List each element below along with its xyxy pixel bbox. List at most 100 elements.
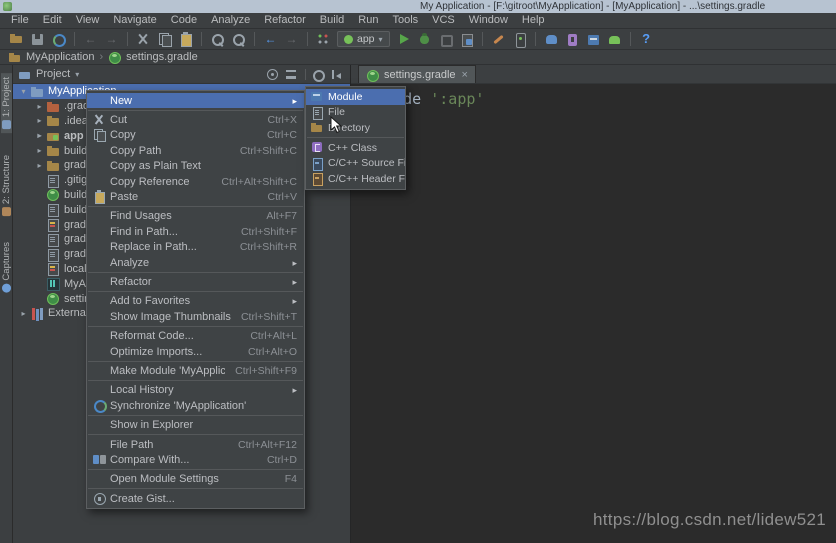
tab-settings-gradle[interactable]: settings.gradle (358, 65, 476, 83)
submenu-item-cpp-header-file[interactable]: C/C++ Header File (306, 171, 405, 187)
avd-manager-icon[interactable] (511, 31, 528, 48)
expand-arrow-icon[interactable] (17, 87, 30, 96)
submenu-item-cpp-source-file[interactable]: C/C++ Source File (306, 155, 405, 171)
chevron-down-icon[interactable]: ▾ (75, 70, 79, 79)
submenu-item-file[interactable]: File (306, 105, 405, 121)
menu-view[interactable]: View (70, 13, 106, 28)
android-icon[interactable] (606, 31, 623, 47)
collapse-arrow-icon[interactable] (33, 146, 46, 155)
menu-item-open-module-settings[interactable]: Open Module Settings F4 (87, 472, 304, 487)
menu-item-copy[interactable]: Copy Ctrl+C (87, 128, 304, 143)
undo-icon[interactable]: ← (82, 31, 99, 47)
file-icon (46, 248, 60, 262)
paste-icon[interactable] (177, 31, 194, 47)
shortcut-label: Ctrl+V (267, 191, 297, 204)
app-selector[interactable]: app ▾ (337, 31, 390, 47)
menu-separator (88, 380, 303, 382)
properties-file-icon (46, 262, 60, 277)
menu-item-show-in-explorer[interactable]: Show in Explorer (87, 417, 304, 432)
menu-item-synchronize[interactable]: Synchronize 'MyApplication' (87, 398, 304, 413)
menu-item-add-to-favorites[interactable]: Add to Favorites (87, 294, 304, 309)
menu-refactor[interactable]: Refactor (258, 13, 312, 28)
folder-icon (46, 159, 60, 172)
menu-code[interactable]: Code (165, 13, 203, 28)
file-icon (46, 174, 60, 188)
breadcrumb-project[interactable]: MyApplication (8, 51, 94, 63)
menu-item-optimize-imports[interactable]: Optimize Imports... Ctrl+Alt+O (87, 344, 304, 359)
submenu-item-directory[interactable]: Directory (306, 120, 405, 136)
back-icon[interactable]: ← (262, 31, 279, 47)
menu-analyze[interactable]: Analyze (205, 13, 256, 28)
menu-item-paste[interactable]: Paste Ctrl+V (87, 189, 304, 205)
menu-window[interactable]: Window (463, 13, 514, 28)
copy-icon[interactable] (156, 31, 173, 47)
main-toolbar: ← → ← → app ▾ ? (0, 29, 836, 50)
menu-item-analyze[interactable]: Analyze (87, 255, 304, 270)
menu-tools[interactable]: Tools (386, 13, 424, 28)
app-selector-label: app (357, 33, 375, 45)
open-icon[interactable] (8, 31, 25, 47)
menu-item-find-usages[interactable]: Find Usages Alt+F7 (87, 209, 304, 224)
forward-icon[interactable]: → (283, 31, 300, 47)
sdk-manager-icon[interactable] (490, 31, 507, 47)
menu-navigate[interactable]: Navigate (107, 13, 162, 28)
menu-item-reformat-code[interactable]: Reformat Code... Ctrl+Alt+L (87, 328, 304, 343)
gradle-sync-icon[interactable] (543, 31, 560, 47)
device-explorer-icon[interactable] (564, 31, 581, 47)
menu-run[interactable]: Run (352, 13, 384, 28)
submenu-item-cpp-class[interactable]: C++ Class (306, 140, 405, 156)
menu-item-file-path[interactable]: File Path Ctrl+Alt+F12 (87, 437, 304, 452)
collapse-arrow-icon[interactable] (33, 102, 46, 111)
header-divider (305, 68, 306, 80)
sync-icon[interactable] (50, 31, 67, 47)
locate-file-icon[interactable] (265, 68, 279, 81)
collapse-all-icon[interactable] (284, 68, 298, 81)
coverage-icon[interactable] (437, 31, 454, 47)
menu-item-show-image-thumbnails[interactable]: Show Image Thumbnails Ctrl+Shift+T (87, 309, 304, 324)
hide-panel-icon[interactable] (330, 68, 344, 81)
menu-build[interactable]: Build (314, 13, 350, 28)
breadcrumb-file[interactable]: settings.gradle (108, 51, 198, 64)
submenu-item-module[interactable]: Module (306, 89, 405, 105)
save-icon[interactable] (29, 31, 46, 47)
search-everywhere-icon[interactable] (230, 31, 247, 47)
menu-item-refactor[interactable]: Refactor (87, 274, 304, 289)
menu-item-copy-path[interactable]: Copy Path Ctrl+Shift+C (87, 143, 304, 158)
menu-item-copy-reference[interactable]: Copy Reference Ctrl+Alt+Shift+C (87, 174, 304, 189)
menu-item-replace-in-path[interactable]: Replace in Path... Ctrl+Shift+R (87, 240, 304, 255)
menu-edit[interactable]: Edit (37, 13, 68, 28)
collapse-arrow-icon[interactable] (33, 131, 46, 140)
collapse-arrow-icon[interactable] (33, 161, 46, 170)
project-panel-title[interactable]: Project (36, 68, 70, 80)
menu-item-find-in-path[interactable]: Find in Path... Ctrl+Shift+F (87, 224, 304, 239)
android-studio-file-icon (46, 277, 60, 292)
run-icon[interactable] (395, 31, 412, 47)
build-icon[interactable] (585, 31, 602, 47)
collapse-arrow-icon[interactable] (17, 309, 30, 318)
code-editor[interactable]: include ':app' (351, 84, 836, 108)
tool-button-structure[interactable]: 2: Structure (1, 151, 12, 220)
menu-item-compare-with[interactable]: Compare With... Ctrl+D (87, 452, 304, 467)
menu-item-make-module[interactable]: Make Module 'MyApplication' Ctrl+Shift+F… (87, 363, 304, 378)
menu-item-new[interactable]: New (87, 93, 304, 109)
tool-button-captures[interactable]: Captures (1, 238, 12, 297)
attach-debugger-icon[interactable] (458, 31, 475, 47)
help-icon[interactable]: ? (638, 31, 655, 47)
find-icon[interactable] (209, 31, 226, 47)
breadcrumb: MyApplication › settings.gradle (0, 50, 836, 65)
menu-item-local-history[interactable]: Local History (87, 383, 304, 398)
cut-icon[interactable] (135, 31, 152, 47)
gear-icon[interactable] (311, 68, 325, 82)
debug-icon[interactable] (416, 31, 433, 47)
menu-item-cut[interactable]: Cut Ctrl+X (87, 112, 304, 127)
close-icon[interactable] (461, 69, 468, 81)
menu-item-copy-as-plain-text[interactable]: Copy as Plain Text (87, 159, 304, 174)
menu-vcs[interactable]: VCS (426, 13, 461, 28)
menu-item-create-gist[interactable]: Create Gist... (87, 491, 304, 506)
menu-file[interactable]: File (5, 13, 35, 28)
collapse-arrow-icon[interactable] (33, 116, 46, 125)
menu-help[interactable]: Help (516, 13, 551, 28)
tool-button-project[interactable]: 1: Project (0, 73, 12, 134)
run-config-icon[interactable] (315, 31, 332, 47)
redo-icon[interactable]: → (103, 31, 120, 47)
